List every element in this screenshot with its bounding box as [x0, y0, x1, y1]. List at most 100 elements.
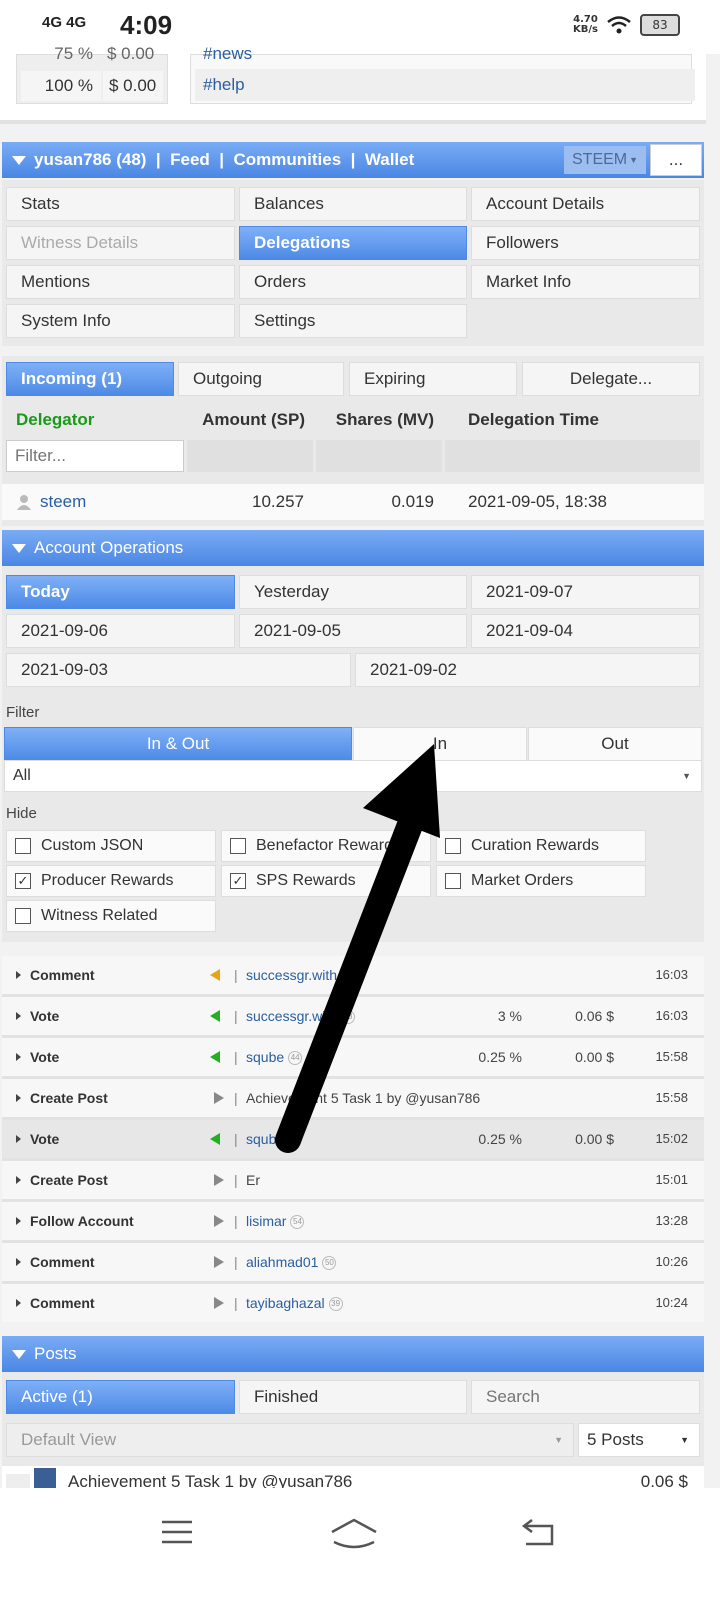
top-fragment: 75 % $ 0.00 100 % $ 0.00 #news #help: [0, 44, 706, 124]
post-title[interactable]: Achievement 5 Task 1 by @yusan786: [246, 1079, 480, 1117]
post-image: [34, 1468, 56, 1488]
expand-icon[interactable]: [16, 1176, 21, 1184]
operation-row[interactable]: Comment | aliahmad01 50 10:26: [2, 1243, 704, 1284]
tag-link[interactable]: #news: [203, 41, 252, 67]
expand-icon[interactable]: [16, 1094, 21, 1102]
date-2021-09-03[interactable]: 2021-09-03: [6, 653, 351, 687]
tab-expiring[interactable]: Expiring: [349, 362, 517, 396]
date-today[interactable]: Today: [6, 575, 235, 609]
more-button[interactable]: ...: [650, 144, 702, 176]
date-2021-09-06[interactable]: 2021-09-06: [6, 614, 235, 648]
chevron-down-icon: ▼: [682, 771, 691, 781]
tab-active-posts[interactable]: Active (1): [6, 1380, 235, 1414]
tab-account-details[interactable]: Account Details: [471, 187, 700, 221]
column-shares[interactable]: Shares (MV): [318, 404, 434, 436]
communities-link[interactable]: Communities: [233, 150, 341, 169]
expand-icon[interactable]: [16, 1012, 21, 1020]
column-amount[interactable]: Amount (SP): [190, 404, 305, 436]
amount-value: 10.257: [252, 492, 304, 511]
username-link[interactable]: yusan786 (48): [34, 150, 146, 169]
date-2021-09-05[interactable]: 2021-09-05: [239, 614, 467, 648]
incoming-vote-icon: [210, 1051, 220, 1063]
hide-witness-related-checkbox[interactable]: Witness Related: [6, 900, 216, 932]
tab-balances[interactable]: Balances: [239, 187, 467, 221]
operation-row[interactable]: Comment | successgr.with 16:03: [2, 956, 704, 997]
hide-custom-json-checkbox[interactable]: Custom JSON: [6, 830, 216, 862]
expand-icon[interactable]: [16, 1258, 21, 1266]
tab-incoming[interactable]: Incoming (1): [6, 362, 174, 396]
operation-row[interactable]: Create Post | Er 15:01: [2, 1161, 704, 1202]
tab-delegations[interactable]: Delegations: [239, 226, 467, 260]
tab-outgoing[interactable]: Outgoing: [178, 362, 344, 396]
system-nav-bar: [0, 1488, 720, 1600]
operation-row[interactable]: Vote | successgr.with 53 3 % 0.06 $ 16:03: [2, 997, 704, 1038]
tab-market-info[interactable]: Market Info: [471, 265, 700, 299]
operation-link[interactable]: sqube: [246, 1049, 284, 1065]
post-title[interactable]: Er: [246, 1161, 260, 1199]
menu-icon[interactable]: [160, 1518, 194, 1546]
hide-market-orders-checkbox[interactable]: Market Orders: [436, 865, 646, 897]
expand-icon[interactable]: [16, 1135, 21, 1143]
delegate-button[interactable]: Delegate...: [522, 362, 700, 396]
hide-benefactor-rewards-checkbox[interactable]: Benefactor Rewards: [221, 830, 431, 862]
checkbox-icon: [445, 873, 461, 889]
filter-in[interactable]: In: [353, 727, 527, 761]
back-icon[interactable]: [520, 1518, 556, 1548]
wallet-link[interactable]: Wallet: [365, 150, 414, 169]
column-delegation-time[interactable]: Delegation Time: [468, 404, 599, 436]
filter-in-out[interactable]: In & Out: [4, 727, 352, 761]
operation-link[interactable]: sqube: [246, 1131, 284, 1147]
operation-link[interactable]: tayibaghazal: [246, 1295, 325, 1311]
operation-link[interactable]: aliahmad01: [246, 1254, 318, 1270]
tab-system-info[interactable]: System Info: [6, 304, 235, 338]
date-2021-09-04[interactable]: 2021-09-04: [471, 614, 700, 648]
filter-out[interactable]: Out: [528, 727, 702, 761]
hide-curation-rewards-checkbox[interactable]: Curation Rewards: [436, 830, 646, 862]
posts-search-input[interactable]: [471, 1380, 700, 1414]
currency-select[interactable]: STEEM ▼: [564, 146, 646, 174]
date-yesterday[interactable]: Yesterday: [239, 575, 467, 609]
home-icon[interactable]: [330, 1518, 378, 1550]
outgoing-follow-icon: [214, 1215, 224, 1227]
expand-icon[interactable]: [16, 1299, 21, 1307]
expand-icon[interactable]: [16, 1217, 21, 1225]
operation-row[interactable]: Follow Account | lisimar 54 13:28: [2, 1202, 704, 1243]
tab-followers[interactable]: Followers: [471, 226, 700, 260]
posts-header[interactable]: Posts: [2, 1336, 704, 1372]
tab-orders[interactable]: Orders: [239, 265, 467, 299]
posts-count-select[interactable]: 5 Posts ▼: [578, 1423, 700, 1457]
post-list-item[interactable]: Achievement 5 Task 1 by @yusan786 0.06 $: [2, 1466, 704, 1488]
hide-producer-rewards-checkbox[interactable]: ✓ Producer Rewards: [6, 865, 216, 897]
tab-witness-details[interactable]: Witness Details: [6, 226, 235, 260]
hide-sps-rewards-checkbox[interactable]: ✓ SPS Rewards: [221, 865, 431, 897]
checkbox-icon: [445, 838, 461, 854]
column-delegator[interactable]: Delegator: [16, 404, 94, 436]
tab-finished-posts[interactable]: Finished: [239, 1380, 467, 1414]
collapse-icon[interactable]: [12, 156, 26, 165]
date-2021-09-02[interactable]: 2021-09-02: [355, 653, 700, 687]
account-operations-header[interactable]: Account Operations: [2, 530, 704, 566]
operation-row[interactable]: Comment | tayibaghazal 39 10:24: [2, 1284, 704, 1322]
view-select[interactable]: Default View ▼: [6, 1423, 574, 1457]
feed-link[interactable]: Feed: [170, 150, 210, 169]
reputation-badge: 53: [341, 1010, 356, 1025]
outgoing-post-icon: [214, 1092, 224, 1104]
operation-link[interactable]: lisimar: [246, 1213, 286, 1229]
expand-icon[interactable]: [16, 1053, 21, 1061]
tab-stats[interactable]: Stats: [6, 187, 235, 221]
operation-row[interactable]: Create Post | Achievement 5 Task 1 by @y…: [2, 1079, 704, 1120]
tab-settings[interactable]: Settings: [239, 304, 467, 338]
percent-table: 75 % $ 0.00 100 % $ 0.00: [16, 44, 168, 104]
tag-link-help[interactable]: #help: [195, 69, 695, 101]
operation-type-select[interactable]: All ▼: [4, 760, 702, 792]
operation-link[interactable]: successgr.with: [246, 1008, 337, 1024]
post-title[interactable]: Achievement 5 Task 1 by @yusan786: [68, 1472, 352, 1488]
operation-row[interactable]: Vote | sqube 44 0.25 % 0.00 $ 15:02: [2, 1120, 704, 1161]
operation-row[interactable]: Vote | sqube 44 0.25 % 0.00 $ 15:58: [2, 1038, 704, 1079]
delegator-link[interactable]: steem: [40, 484, 86, 520]
tab-mentions[interactable]: Mentions: [6, 265, 235, 299]
operation-link[interactable]: successgr.with: [246, 956, 337, 994]
expand-icon[interactable]: [16, 971, 21, 979]
date-2021-09-07[interactable]: 2021-09-07: [471, 575, 700, 609]
delegator-filter-input[interactable]: [6, 440, 184, 472]
